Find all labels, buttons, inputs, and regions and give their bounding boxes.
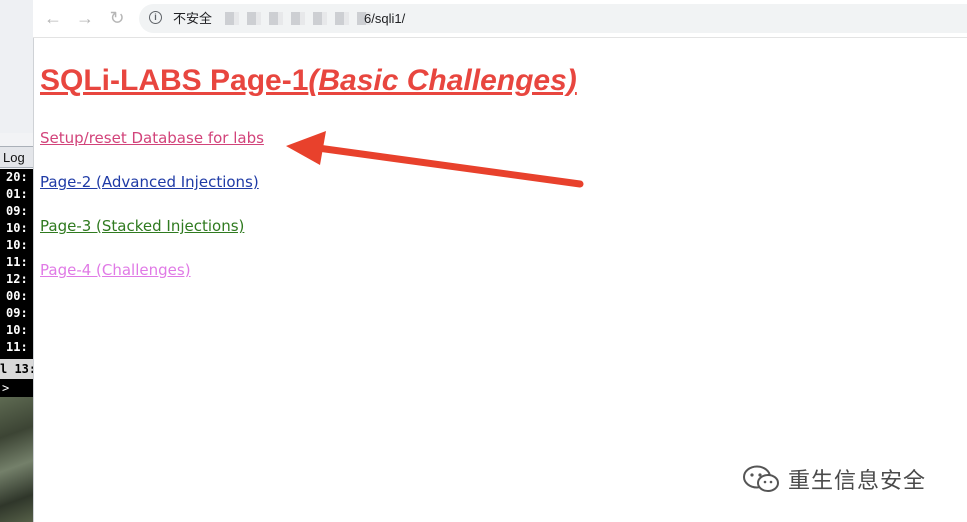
arrow-head xyxy=(286,131,326,165)
wechat-icon xyxy=(743,465,779,492)
arrow-shaft xyxy=(314,144,584,188)
annotation-arrow xyxy=(286,131,584,188)
screenshot-root: Log 20: 01: 09: 10: 10: 11: 12: 00: 09: … xyxy=(0,0,967,522)
watermark-text: 重生信息安全 xyxy=(788,469,927,494)
watermark: 重生信息安全 xyxy=(742,462,926,496)
